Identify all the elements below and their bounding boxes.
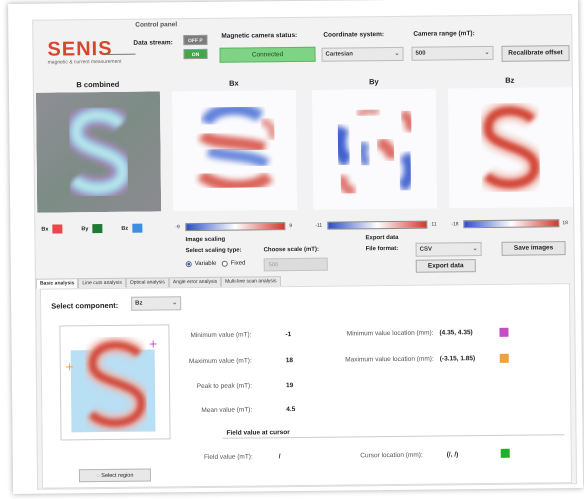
coordinate-system-label: Coordinate system: (323, 31, 385, 39)
peak-to-peak-label: Peak to peak (mT): (196, 382, 253, 391)
map-bz (447, 87, 574, 209)
peak-to-peak-value: 19 (285, 382, 294, 390)
legend-by-swatch (92, 224, 103, 234)
file-format-label: File format: (365, 245, 399, 253)
app-window: SENIS magnetic & current measurement Con… (32, 14, 578, 490)
min-value: -1 (285, 331, 292, 339)
tab-basic-analysis[interactable]: Basic analysis (35, 278, 79, 289)
senis-logo: SENIS magnetic & current measurement (47, 38, 136, 66)
field-value-label: Field value (mT): (203, 453, 253, 461)
colorbar-bz-max: 18 (562, 220, 568, 227)
radio-selected-icon (185, 261, 192, 268)
field-at-cursor-title: Field value at cursor (226, 429, 294, 437)
mean-value-label: Mean value (mT): (201, 406, 253, 414)
coordinate-system-value: Cartesian (325, 51, 353, 58)
scale-input[interactable]: 500 (263, 257, 328, 272)
component-value: Bz (135, 300, 143, 307)
image-scaling-title: Image scaling (185, 236, 226, 244)
export-data-button[interactable]: Export data (415, 259, 476, 273)
max-location-marker: + (65, 360, 74, 373)
map-title-combined: B combined (76, 79, 120, 90)
magnetic-status-indicator: Connected (219, 46, 316, 63)
colorbar-by-min: -11 (315, 222, 323, 229)
choose-scale-label: Choose scale (mT): (263, 246, 319, 254)
region-icon: ◌ (96, 473, 100, 480)
colorbar-bz-min: -18 (451, 221, 459, 228)
logo-subtitle: magnetic & current measurement (47, 58, 122, 66)
legend-bz-swatch (132, 223, 143, 233)
colorbar-by (327, 220, 428, 230)
legend-bx: Bx (41, 224, 63, 234)
save-images-button[interactable]: Save images (501, 241, 566, 256)
map-b-combined (35, 91, 162, 213)
map-by (311, 88, 438, 210)
region-preview[interactable]: + + (59, 324, 171, 441)
magnetic-status-label: Magnetic camera status: (221, 31, 298, 40)
chevron-down-icon: ⌄ (484, 49, 490, 57)
cursor-location-label: Cursor location (mm): (360, 451, 423, 460)
tab-multi-line-scan-analysis[interactable]: Multi-line scan analysis (221, 276, 281, 287)
data-stream-label: Data stream: (133, 39, 173, 47)
colorbar-by-max: 11 (431, 221, 437, 228)
scaling-variable-radio[interactable]: Variable (185, 261, 216, 268)
basic-analysis-panel: Select component: Bz ⌄ + + ◌ Select regi… (39, 283, 573, 489)
tab-line-cuts-analysis[interactable]: Line cuts analysis (78, 277, 126, 289)
scaling-type-label: Select scaling type: (185, 247, 242, 255)
chevron-down-icon: ⌄ (472, 246, 478, 253)
cursor-location-swatch (500, 448, 510, 458)
map-title-bz: Bz (505, 75, 515, 85)
select-component-label: Select component: (51, 300, 119, 311)
max-location-value: (-3.15, 1.85) (439, 355, 476, 363)
legend-by: By (81, 224, 103, 234)
coordinate-system-dropdown[interactable]: Cartesian ⌄ (321, 46, 404, 62)
max-value: 18 (285, 357, 294, 365)
map-title-by: By (368, 77, 379, 87)
min-location-value: (4.35, 4.35) (439, 329, 473, 337)
radio-unselected-icon (221, 260, 228, 267)
stream-off-toggle[interactable]: OFF P (183, 34, 208, 46)
chevron-down-icon: ⌄ (394, 50, 400, 57)
tab-angle-error-analysis[interactable]: Angle error analysis (168, 276, 222, 288)
max-location-label: Maximum value location (mm): (345, 355, 434, 364)
chevron-down-icon: ⌄ (172, 300, 178, 307)
min-location-label: Minimum value location (mm): (346, 329, 434, 338)
recalibrate-offset-button[interactable]: Recalibrate offset (501, 45, 570, 62)
file-format-dropdown[interactable]: CSV ⌄ (415, 242, 482, 257)
scaling-fixed-radio[interactable]: Fixed (221, 260, 245, 267)
file-format-value: CSV (419, 246, 432, 253)
control-panel-label: Control panel (135, 21, 178, 29)
component-dropdown[interactable]: Bz ⌄ (131, 296, 182, 311)
map-bx (171, 89, 298, 212)
legend-bx-swatch (52, 224, 63, 234)
select-region-button[interactable]: ◌ Select region (78, 468, 152, 483)
colorbar-bx (185, 222, 286, 232)
colorbar-bz (463, 219, 560, 229)
cursor-location-value: (/, /) (446, 451, 459, 459)
camera-range-label: Camera range (mT): (413, 30, 475, 38)
min-location-swatch (499, 327, 509, 337)
tab-optical-analysis[interactable]: Optical analysis (125, 277, 169, 288)
min-value-label: Minimum value (mT): (190, 331, 252, 340)
colorbar-bx-min: -9 (175, 224, 180, 231)
camera-range-value: 500 (415, 50, 426, 57)
max-location-swatch (499, 353, 509, 363)
legend-bz: Bz (121, 223, 143, 233)
app-window-frame: SENIS magnetic & current measurement Con… (8, 0, 584, 494)
export-data-title: Export data (365, 234, 399, 242)
mean-value: 4.5 (286, 406, 296, 414)
stream-on-toggle[interactable]: ON (183, 48, 208, 60)
max-value-label: Maximum value (mT): (188, 357, 252, 366)
camera-range-dropdown[interactable]: 500 ⌄ (411, 45, 494, 61)
field-value: / (278, 453, 281, 461)
map-title-bx: Bx (228, 78, 239, 88)
colorbar-bx-max: 9 (289, 223, 293, 230)
